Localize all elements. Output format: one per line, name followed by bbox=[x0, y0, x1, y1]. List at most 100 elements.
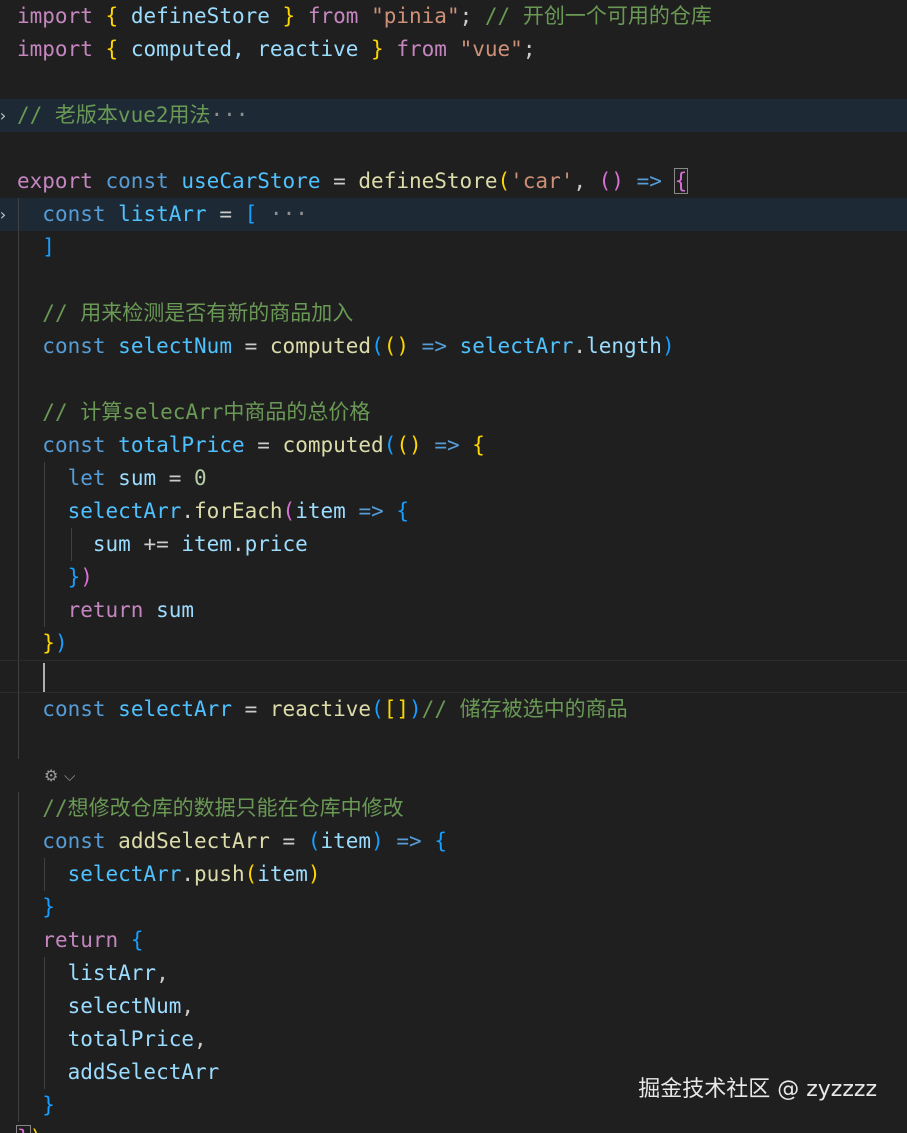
code-text: }) bbox=[16, 1122, 42, 1133]
code-token: 'car' bbox=[510, 169, 574, 193]
code-line[interactable]: import { computed, reactive } from "vue"… bbox=[0, 33, 907, 66]
code-line[interactable]: const addSelectArr = (item) => { bbox=[0, 825, 907, 858]
code-token: ( bbox=[282, 499, 296, 523]
code-text: listArr, bbox=[17, 957, 169, 990]
code-line[interactable]: return sum bbox=[0, 594, 907, 627]
code-token: = bbox=[244, 433, 283, 457]
code-line[interactable]: export const useCarStore = defineStore('… bbox=[0, 165, 907, 198]
fold-chevron-icon[interactable]: › bbox=[0, 99, 12, 132]
code-lens[interactable]: ⚙ ⌵ bbox=[44, 759, 75, 792]
code-token: //想修改仓库的数据只能在仓库中修改 bbox=[42, 796, 404, 820]
code-token: return bbox=[42, 928, 119, 952]
code-text: addSelectArr bbox=[17, 1056, 220, 1089]
indent-guide bbox=[18, 661, 19, 694]
code-line[interactable]: return { bbox=[0, 924, 907, 957]
gutter bbox=[0, 33, 17, 66]
code-token: } bbox=[16, 1125, 31, 1133]
code-token: { bbox=[673, 168, 689, 194]
code-token: sum bbox=[92, 532, 131, 556]
code-token: import bbox=[17, 4, 93, 28]
code-token: ) bbox=[661, 334, 675, 358]
code-token: ) bbox=[409, 697, 422, 721]
code-token: selectArr bbox=[67, 862, 182, 886]
code-line[interactable]: }) bbox=[0, 627, 907, 660]
gutter bbox=[0, 1089, 17, 1122]
gutter bbox=[0, 627, 17, 660]
fold-chevron-icon[interactable]: › bbox=[0, 198, 12, 231]
gutter: › bbox=[0, 198, 17, 231]
code-token: { bbox=[130, 928, 144, 952]
code-token: ) bbox=[80, 565, 93, 589]
code-line[interactable]: const selectArr = reactive([])// 储存被选中的商… bbox=[0, 693, 907, 726]
code-token: item bbox=[181, 532, 232, 556]
code-token: push bbox=[194, 862, 245, 886]
code-token: [ bbox=[244, 202, 258, 226]
code-token: selectNum bbox=[67, 994, 182, 1018]
code-line[interactable] bbox=[0, 132, 907, 165]
code-line[interactable]: selectNum, bbox=[0, 990, 907, 1023]
code-token: ( bbox=[383, 433, 397, 457]
gutter bbox=[0, 990, 17, 1023]
gutter bbox=[0, 957, 17, 990]
code-token: = bbox=[206, 202, 245, 226]
code-line[interactable]: // 计算selecArr中商品的总价格 bbox=[0, 396, 907, 429]
code-token: const bbox=[42, 202, 106, 226]
code-token: sum bbox=[118, 466, 157, 490]
code-text: const selectNum = computed(() => selectA… bbox=[17, 330, 675, 363]
code-line[interactable]: totalPrice, bbox=[0, 1023, 907, 1056]
code-text: ] bbox=[17, 231, 55, 264]
code-line[interactable] bbox=[0, 660, 907, 694]
code-token: from bbox=[307, 4, 359, 28]
code-line[interactable] bbox=[0, 264, 907, 297]
code-line[interactable]: › const listArr = [ ··· bbox=[0, 198, 907, 231]
code-line[interactable]: // 用来检测是否有新的商品加入 bbox=[0, 297, 907, 330]
code-token: item bbox=[295, 499, 346, 523]
code-line[interactable]: ] bbox=[0, 231, 907, 264]
code-line[interactable]: listArr, bbox=[0, 957, 907, 990]
code-token: } bbox=[282, 4, 296, 28]
code-line[interactable]: let sum = 0 bbox=[0, 462, 907, 495]
code-token: ; bbox=[459, 4, 485, 28]
code-line[interactable]: selectArr.forEach(item => { bbox=[0, 495, 907, 528]
gutter bbox=[0, 330, 17, 363]
code-token: "vue" bbox=[459, 37, 523, 61]
code-line[interactable]: //想修改仓库的数据只能在仓库中修改 bbox=[0, 792, 907, 825]
code-line[interactable] bbox=[0, 66, 907, 99]
code-line[interactable]: const totalPrice = computed(() => { bbox=[0, 429, 907, 462]
code-line[interactable] bbox=[0, 363, 907, 396]
copilot-icon[interactable]: ⚙ bbox=[44, 759, 64, 792]
code-text: return { bbox=[17, 924, 143, 957]
code-line[interactable]: const selectNum = computed(() => selectA… bbox=[0, 330, 907, 363]
code-token: const bbox=[105, 169, 169, 193]
code-line[interactable]: sum += item.price bbox=[0, 528, 907, 561]
code-line[interactable]: }) bbox=[0, 1122, 907, 1133]
code-token: reactive bbox=[269, 697, 372, 721]
code-line[interactable]: }) bbox=[0, 561, 907, 594]
code-editor[interactable]: import { defineStore } from "pinia"; // … bbox=[0, 0, 907, 1133]
code-token: selectArr bbox=[459, 334, 574, 358]
chevron-down-icon[interactable]: ⌵ bbox=[64, 767, 75, 785]
code-line[interactable] bbox=[0, 726, 907, 759]
code-text: selectArr.push(item) bbox=[17, 858, 321, 891]
code-line[interactable]: import { defineStore } from "pinia"; // … bbox=[0, 0, 907, 33]
code-token: length bbox=[586, 334, 662, 358]
code-line[interactable]: ⚙ ⌵ bbox=[0, 759, 907, 792]
code-line[interactable]: } bbox=[0, 891, 907, 924]
code-line[interactable]: selectArr.push(item) bbox=[0, 858, 907, 891]
code-line[interactable]: ›// 老版本vue2用法··· bbox=[0, 99, 907, 132]
code-token: => bbox=[396, 829, 422, 853]
code-token: ( bbox=[244, 862, 258, 886]
